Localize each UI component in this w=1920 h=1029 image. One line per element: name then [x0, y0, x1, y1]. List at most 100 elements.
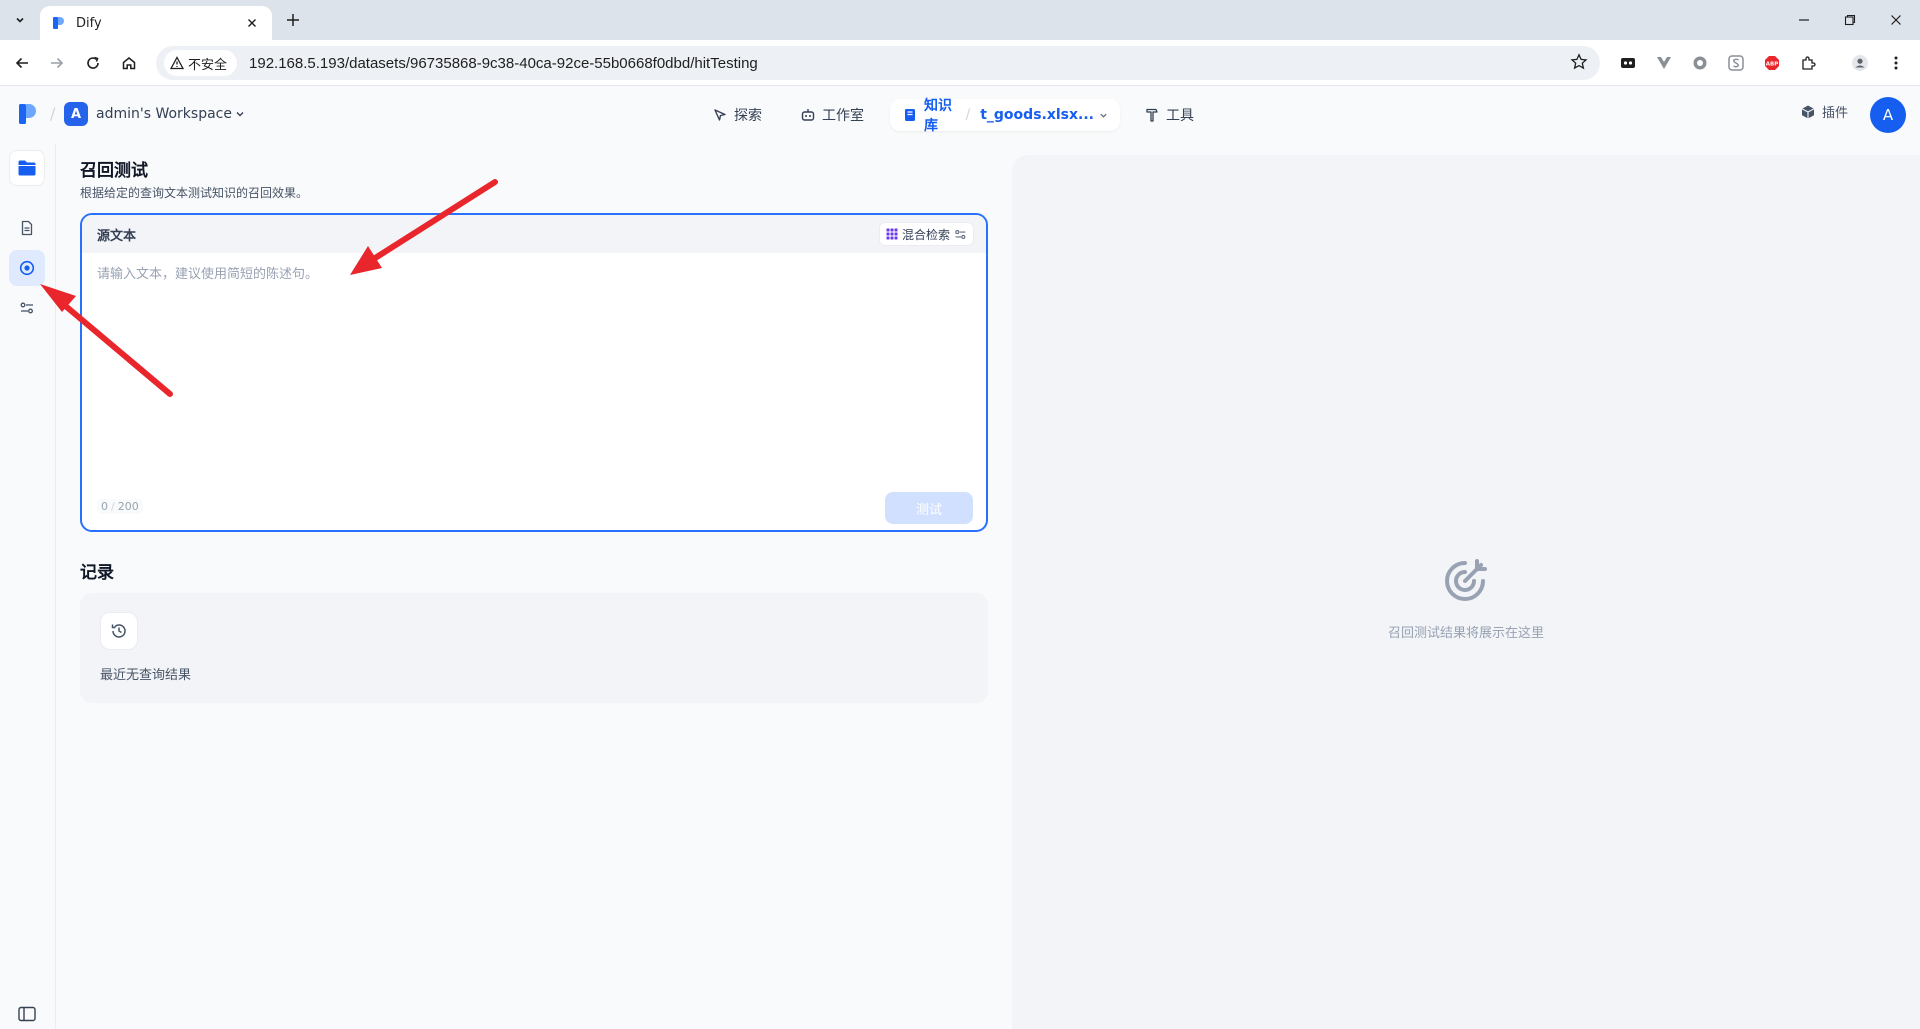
more-vertical-icon	[1888, 55, 1904, 71]
circle-extension-icon	[1692, 55, 1708, 71]
target-arrow-icon	[1437, 553, 1493, 609]
chevron-down-icon	[235, 109, 245, 119]
puzzle-icon	[1800, 55, 1816, 71]
records-title: 记录	[80, 563, 114, 583]
tab-search-button[interactable]	[8, 8, 32, 32]
query-textarea[interactable]	[97, 263, 957, 463]
nav-separator: /	[965, 107, 971, 123]
workspace-badge: A	[64, 102, 88, 126]
book-icon	[902, 107, 918, 123]
plus-icon	[286, 13, 300, 27]
settings-sliders-icon	[954, 228, 967, 241]
nav-tools[interactable]: 工具	[1138, 100, 1200, 130]
arrow-left-icon	[14, 55, 30, 71]
extension-button-2[interactable]	[1652, 51, 1676, 75]
extension-button-3[interactable]	[1688, 51, 1712, 75]
char-limit: 200	[117, 500, 139, 513]
nav-tools-label: 工具	[1166, 108, 1194, 124]
browser-tab-active[interactable]: Dify	[40, 6, 272, 40]
dataset-icon-button[interactable]	[9, 150, 45, 186]
nav-knowledge[interactable]: 知识库 / t_goods.xlsx...	[890, 98, 1120, 134]
compass-icon	[712, 107, 734, 123]
back-button[interactable]	[10, 51, 34, 75]
query-card: 源文本 混合检索 0 / 200 测试	[80, 213, 988, 532]
app-header: / A admin's Workspace 探索 工作室 知识库 / t_goo…	[0, 86, 1920, 144]
browser-toolbar: 不安全 192.168.5.193/datasets/96735868-9c38…	[0, 40, 1920, 86]
security-label: 不安全	[188, 57, 228, 73]
browser-tabstrip: Dify	[0, 0, 1920, 40]
sidebar-collapse-icon[interactable]	[18, 1006, 36, 1022]
history-icon	[110, 622, 128, 640]
query-card-header: 源文本 混合检索	[82, 215, 986, 253]
home-button[interactable]	[117, 51, 141, 75]
security-indicator[interactable]: 不安全	[164, 50, 238, 76]
nav-studio[interactable]: 工作室	[794, 100, 870, 130]
s-extension-icon	[1728, 55, 1744, 71]
extension-button-1[interactable]	[1616, 51, 1640, 75]
retrieval-method-button[interactable]: 混合检索	[878, 222, 974, 246]
sidebar-item-documents[interactable]	[9, 210, 45, 246]
sidebar-item-settings[interactable]	[9, 290, 45, 326]
counter-divider: /	[111, 500, 115, 513]
current-dataset-name[interactable]: t_goods.xlsx...	[980, 107, 1094, 123]
hammer-icon	[1144, 107, 1166, 123]
close-window-button[interactable]	[1884, 8, 1908, 32]
char-counter: 0 / 200	[97, 499, 143, 514]
records-card: 最近无查询结果	[80, 593, 988, 703]
nav-explore[interactable]: 探索	[706, 100, 768, 130]
extension-dark-icon	[1620, 55, 1636, 71]
reload-button[interactable]	[81, 51, 105, 75]
extension-button-4[interactable]	[1724, 51, 1748, 75]
workspace-name: admin's Workspace	[96, 106, 232, 122]
chevron-down-icon	[14, 14, 26, 26]
arrow-right-icon	[49, 55, 65, 71]
user-avatar[interactable]: A	[1870, 97, 1906, 133]
plugins-label: 插件	[1822, 106, 1849, 121]
tab-title: Dify	[76, 15, 102, 31]
target-icon	[19, 260, 35, 276]
address-bar[interactable]: 不安全 192.168.5.193/datasets/96735868-9c38…	[156, 46, 1600, 80]
grid-icon	[886, 228, 898, 240]
extensions-menu-button[interactable]	[1796, 51, 1820, 75]
home-icon	[121, 55, 137, 71]
bookmark-star-icon[interactable]	[1570, 53, 1588, 71]
plugins-button[interactable]: 插件	[1800, 102, 1848, 121]
reload-icon	[85, 55, 101, 71]
dify-logo-icon[interactable]	[18, 102, 38, 126]
retrieval-method-label: 混合检索	[901, 227, 950, 242]
restore-window-button[interactable]	[1838, 8, 1862, 32]
forward-button[interactable]	[45, 51, 69, 75]
page-title: 召回测试	[80, 161, 148, 181]
restore-icon	[1844, 14, 1856, 26]
dify-favicon-icon	[50, 15, 66, 31]
browser-menu-button[interactable]	[1884, 51, 1908, 75]
minimize-window-button[interactable]	[1792, 8, 1816, 32]
folder-icon	[17, 159, 37, 177]
profile-button[interactable]	[1848, 51, 1872, 75]
workspace-selector[interactable]: A admin's Workspace	[64, 102, 245, 126]
robot-icon	[800, 107, 822, 123]
svg-text:ABP: ABP	[1766, 62, 1778, 68]
new-tab-button[interactable]	[282, 9, 304, 31]
history-icon-box	[100, 612, 138, 650]
document-icon	[19, 220, 35, 236]
vue-devtools-icon	[1656, 55, 1672, 71]
profile-icon	[1851, 54, 1869, 72]
header-divider: /	[50, 104, 56, 123]
settings-sliders-icon	[19, 300, 35, 316]
test-button[interactable]: 测试	[885, 492, 973, 524]
nav-explore-label: 探索	[734, 108, 762, 124]
extension-button-5[interactable]: ABP	[1760, 51, 1784, 75]
char-count: 0	[101, 500, 108, 513]
url-text: 192.168.5.193/datasets/96735868-9c38-40c…	[249, 54, 758, 72]
page-subtitle: 根据给定的查询文本测试知识的召回效果。	[80, 186, 309, 200]
source-text-label: 源文本	[97, 228, 137, 244]
hit-testing-main: 召回测试 根据给定的查询文本测试知识的召回效果。 源文本 混合检索 0 / 20…	[80, 156, 988, 703]
result-empty-text: 召回测试结果将展示在这里	[1387, 626, 1544, 641]
sidebar-item-hit-testing[interactable]	[9, 250, 45, 286]
close-tab-icon[interactable]	[242, 13, 262, 33]
warning-icon	[170, 56, 188, 70]
nav-studio-label: 工作室	[822, 108, 864, 124]
chevron-down-icon[interactable]	[1099, 111, 1108, 120]
result-panel: 召回测试结果将展示在这里	[1012, 155, 1920, 1029]
